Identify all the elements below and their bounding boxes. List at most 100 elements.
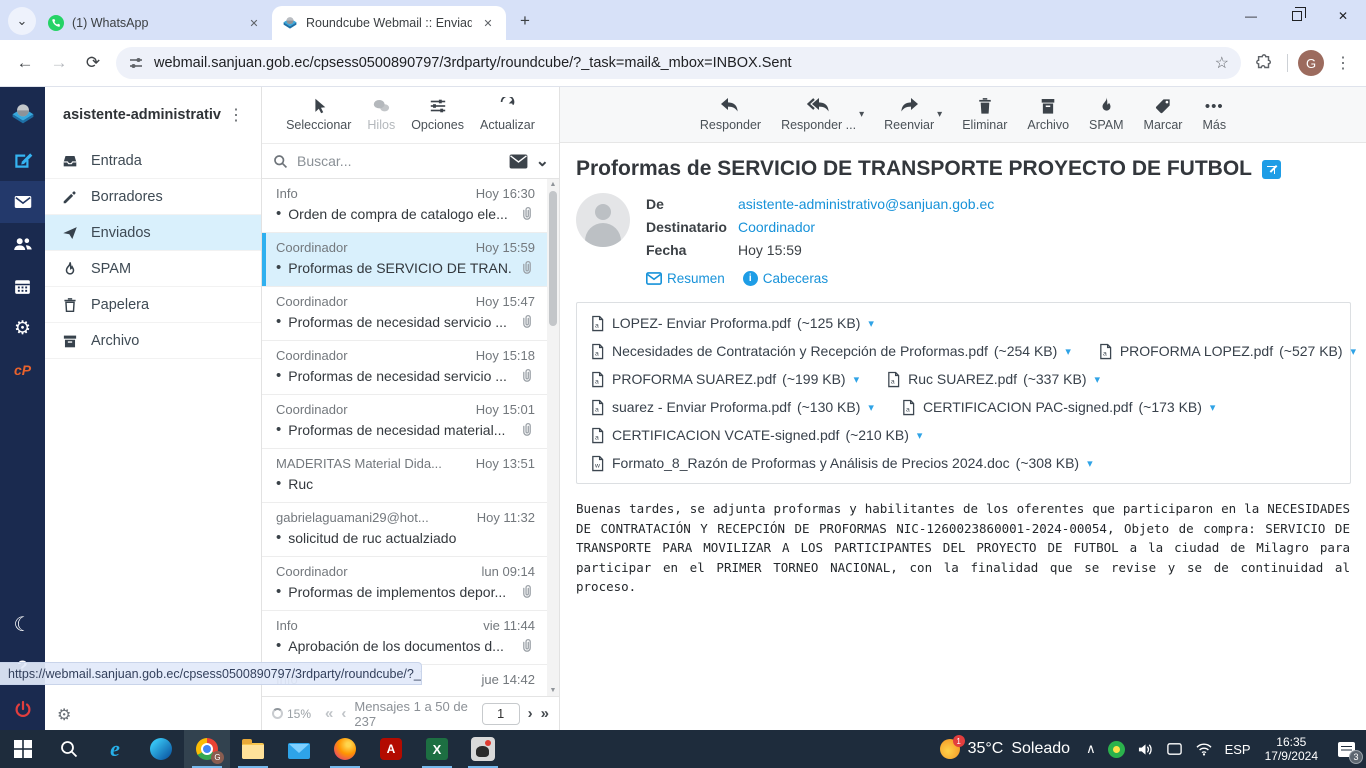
window-restore-button[interactable] [1274,0,1320,32]
forward-button[interactable]: Reenviar [884,95,934,132]
cpanel-button[interactable]: cP [0,349,45,391]
first-page-button[interactable]: « [325,705,333,722]
taskbar-firefox-button[interactable] [322,730,368,768]
scroll-down-icon[interactable]: ▼ [547,687,559,694]
reload-button[interactable]: ⟳ [76,46,110,80]
attachment-name[interactable]: CERTIFICACION PAC-signed.pdf [923,399,1133,415]
message-row[interactable]: Info Hoy 16:30 • Orden de compra de cata… [262,179,559,233]
page-number-input[interactable] [481,702,520,725]
taskbar-ie-button[interactable]: e [92,730,138,768]
folder-archivo[interactable]: Archivo [45,323,261,359]
message-row[interactable]: Coordinador Hoy 15:59 • Proformas de SER… [262,233,559,287]
next-page-button[interactable]: › [528,705,533,722]
refresh-button[interactable]: Actualizar [480,95,535,132]
address-bar[interactable]: webmail.sanjuan.gob.ec/cpsess0500890797/… [116,47,1241,79]
message-row[interactable]: MADERITAS Material Dida... Hoy 13:51 • R… [262,449,559,503]
start-button[interactable] [0,730,46,768]
taskbar-edge-button[interactable] [138,730,184,768]
message-row[interactable]: Coordinador Hoy 15:47 • Proformas de nec… [262,287,559,341]
attachment-name[interactable]: LOPEZ- Enviar Proforma.pdf [612,315,791,331]
scroll-up-icon[interactable]: ▲ [547,181,559,188]
taskbar-clock[interactable]: 16:35 17/9/2024 [1257,735,1326,763]
list-scrollbar[interactable]: ▲ ▼ [547,179,559,696]
prev-page-button[interactable]: ‹ [341,705,346,722]
folder-options-button[interactable]: ⋮ [221,105,251,125]
attachment-menu-caret-icon[interactable]: ▾ [1065,345,1071,358]
site-info-icon[interactable] [128,55,144,71]
tablet-mode-icon[interactable] [1160,730,1189,768]
reply-all-caret-icon[interactable]: ▾ [859,109,864,120]
forward-button[interactable]: → [42,46,76,80]
folder-enviados[interactable]: Enviados [45,215,261,251]
window-close-button[interactable]: ✕ [1320,0,1366,32]
url-text[interactable]: webmail.sanjuan.gob.ec/cpsess0500890797/… [154,55,1205,71]
folder-entrada[interactable]: Entrada [45,143,261,179]
attachment-item[interactable]: a PROFORMA SUAREZ.pdf (~199 KB) ▾ [589,371,859,388]
tab-roundcube[interactable]: Roundcube Webmail :: Enviados ✕ [272,6,506,40]
more-button[interactable]: ••• Más [1202,95,1226,132]
calendar-nav-button[interactable] [0,265,45,307]
tab-close-icon[interactable]: ✕ [246,15,262,31]
attachment-menu-caret-icon[interactable]: ▾ [868,401,874,414]
mail-nav-button[interactable] [0,181,45,223]
threads-button[interactable]: Hilos [367,95,395,132]
dark-mode-button[interactable]: ☾ [0,604,45,646]
tab-close-icon[interactable]: ✕ [480,15,496,31]
taskbar-explorer-button[interactable] [230,730,276,768]
attachment-item[interactable]: a CERTIFICACION PAC-signed.pdf (~173 KB)… [900,399,1216,416]
attachment-menu-caret-icon[interactable]: ▾ [854,373,860,386]
attachment-item[interactable]: a PROFORMA LOPEZ.pdf (~527 KB) ▾ [1097,343,1356,360]
logout-button[interactable] [0,688,45,730]
bookmark-star-icon[interactable]: ☆ [1215,53,1229,73]
headers-link[interactable]: i Cabeceras [742,271,828,286]
search-options-chevron-icon[interactable]: ⌄ [536,151,549,171]
taskbar-mail-button[interactable] [276,730,322,768]
message-row[interactable]: Info vie 11:44 • Aprobación de los docum… [262,611,559,665]
message-row[interactable]: Coordinador Hoy 15:18 • Proformas de nec… [262,341,559,395]
weather-widget[interactable]: 1 35°C Soleado [930,735,1080,759]
extensions-icon[interactable] [1247,46,1281,80]
notification-center-button[interactable]: 3 [1326,730,1366,768]
profile-avatar[interactable]: G [1298,50,1324,76]
window-minimize-button[interactable]: — [1228,0,1274,32]
open-in-new-window-icon[interactable] [1262,159,1281,179]
attachment-name[interactable]: PROFORMA LOPEZ.pdf [1120,343,1273,359]
attachment-menu-caret-icon[interactable]: ▾ [1351,345,1357,358]
tab-search-button[interactable]: ⌄ [8,7,36,35]
spam-button[interactable]: SPAM [1089,95,1124,132]
attachment-item[interactable]: a LOPEZ- Enviar Proforma.pdf (~125 KB) ▾ [589,315,874,332]
taskbar-chrome-button[interactable]: G [184,730,230,768]
folder-borradores[interactable]: Borradores [45,179,261,215]
to-recipient-link[interactable]: Coordinador [738,216,815,239]
folder-spam[interactable]: SPAM [45,251,261,287]
attachment-menu-caret-icon[interactable]: ▾ [1210,401,1216,414]
volume-icon[interactable] [1131,730,1160,768]
wifi-icon[interactable] [1189,730,1219,768]
tab-whatsapp[interactable]: (1) WhatsApp ✕ [38,6,272,40]
attachment-name[interactable]: Necesidades de Contratación y Recepción … [612,343,988,359]
attachment-name[interactable]: Formato_8_Razón de Proformas y Análisis … [612,455,1010,471]
roundcube-logo[interactable] [0,87,45,139]
summary-link[interactable]: Resumen [646,271,725,286]
folder-settings-gear-icon[interactable]: ⚙ [57,705,71,725]
attachment-name[interactable]: CERTIFICACION VCATE-signed.pdf [612,427,839,443]
reply-all-button[interactable]: Responder ... [781,95,856,132]
options-button[interactable]: Opciones [411,95,464,132]
archive-button[interactable]: Archivo [1027,95,1069,132]
mark-button[interactable]: Marcar [1144,95,1182,132]
last-page-button[interactable]: » [541,705,549,722]
attachment-item[interactable]: a Necesidades de Contratación y Recepció… [589,343,1071,360]
tray-expand-button[interactable]: ∧ [1080,730,1102,768]
taskbar-search-button[interactable] [46,730,92,768]
attachment-menu-caret-icon[interactable]: ▾ [917,429,923,442]
from-address-link[interactable]: asistente-administrativo@sanjuan.gob.ec [738,193,994,216]
settings-nav-button[interactable]: ⚙ [0,307,45,349]
contacts-nav-button[interactable] [0,223,45,265]
antivirus-icon[interactable] [1102,730,1131,768]
compose-button[interactable] [0,139,45,181]
back-button[interactable]: ← [8,46,42,80]
folder-papelera[interactable]: Papelera [45,287,261,323]
attachment-item[interactable]: a Ruc SUAREZ.pdf (~337 KB) ▾ [885,371,1100,388]
scrollbar-thumb[interactable] [549,191,557,326]
taskbar-acrobat-button[interactable]: A [368,730,414,768]
